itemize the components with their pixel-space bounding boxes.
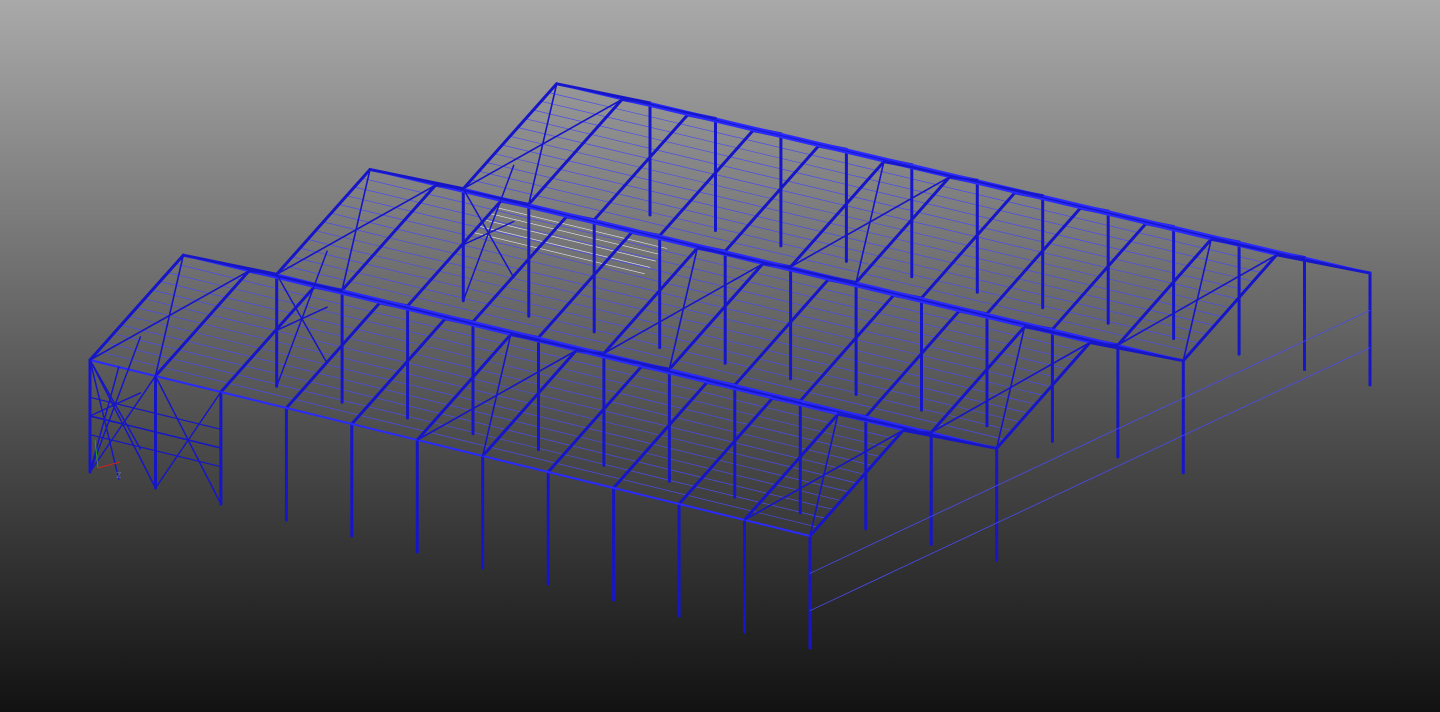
viewport-background [0, 0, 1440, 712]
z-axis-label: Z [116, 471, 122, 480]
3d-model-viewport[interactable]: Z [0, 0, 1440, 712]
steel-structure-view[interactable]: Z [0, 0, 1440, 712]
